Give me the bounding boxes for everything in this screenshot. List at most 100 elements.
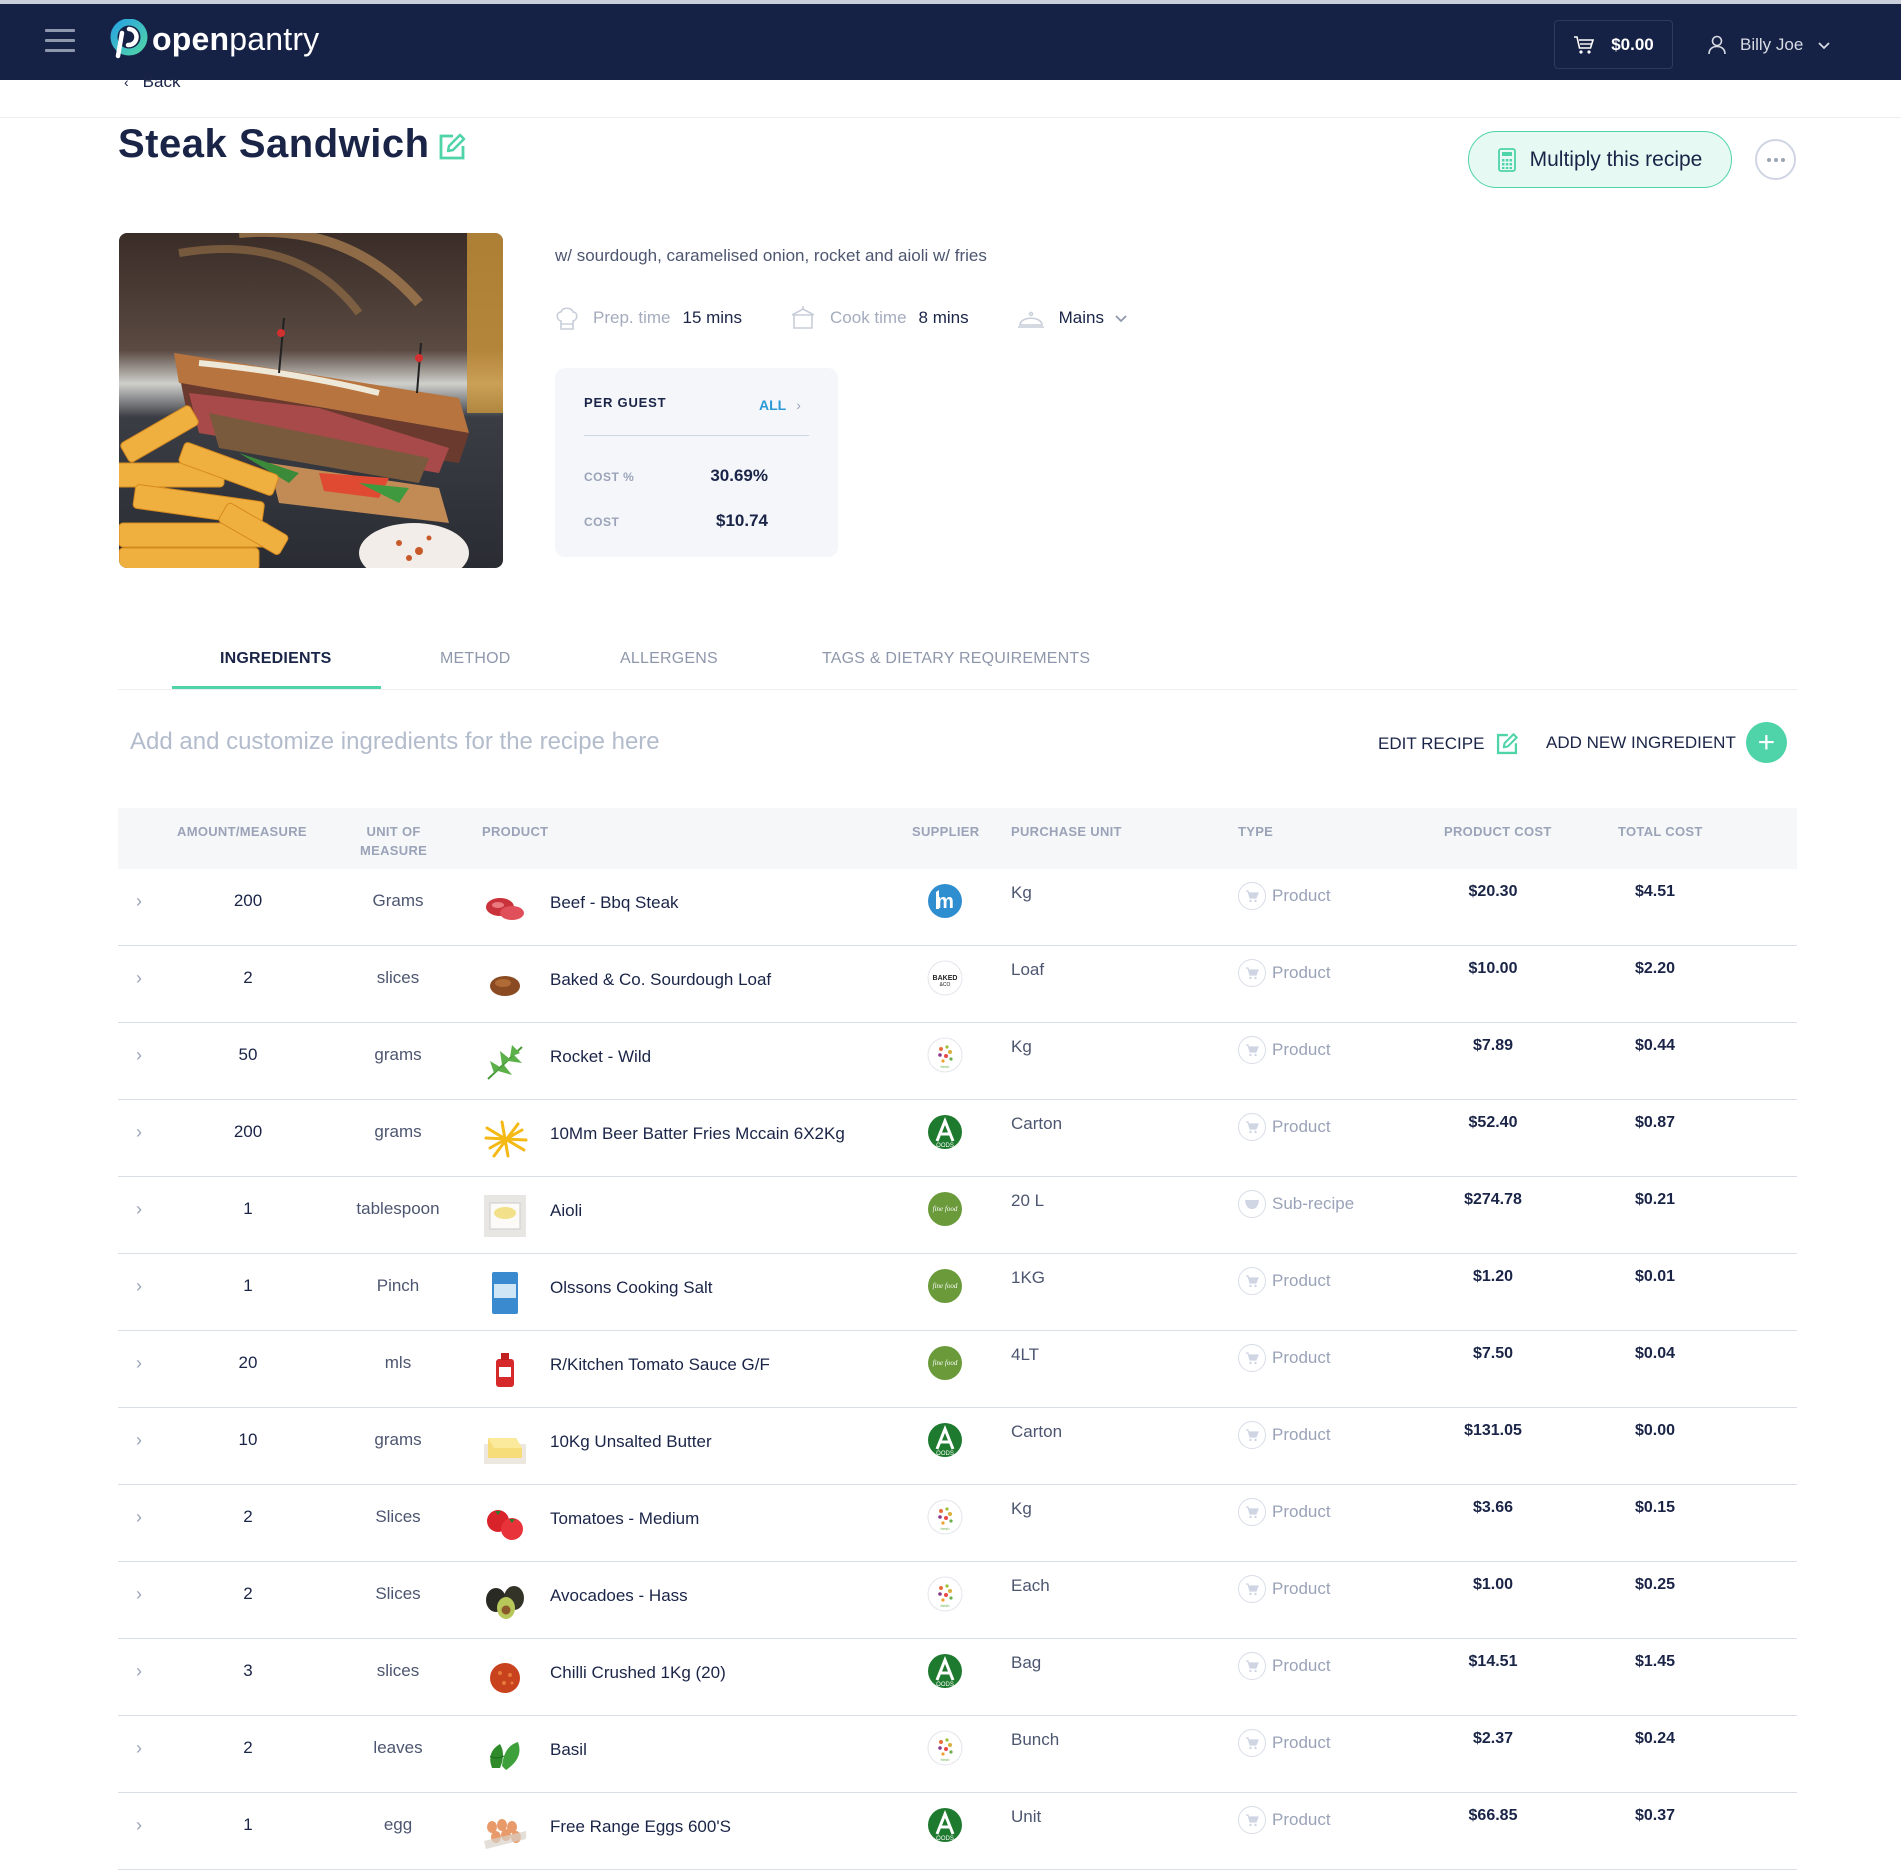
table-row[interactable]: › 20 mls R/Kitchen Tomato Sauce G/F fine foo… [118, 1331, 1797, 1408]
add-ingredient-label: ADD NEW INGREDIENT [1546, 732, 1736, 752]
product-cost-cell: $131.05 [1464, 1422, 1522, 1439]
back-link[interactable]: ‹ Back [124, 72, 180, 92]
edit-title-icon[interactable] [436, 131, 468, 163]
table-row[interactable]: › 2 Slices Tomatoes - Medium fresh Kg Product $… [118, 1485, 1797, 1562]
type-label: Product [1272, 1348, 1331, 1367]
table-row[interactable]: › 1 Pinch Olssons Cooking Salt fine food 1KG P… [118, 1254, 1797, 1331]
tab-allergens[interactable]: ALLERGENS [620, 650, 718, 668]
product-name-cell[interactable]: Olssons Cooking Salt [550, 1278, 713, 1298]
more-options-button[interactable] [1755, 139, 1796, 180]
table-row[interactable]: › 10 grams 10Kg Unsalted Butter OODS Carton Pr… [118, 1408, 1797, 1485]
course-selector[interactable]: Mains [1017, 306, 1128, 330]
cart-icon [1246, 1121, 1259, 1134]
product-name-cell[interactable]: Rocket - Wild [550, 1047, 651, 1067]
svg-text:fine food: fine food [933, 1205, 958, 1213]
sub-recipe-icon [1245, 1200, 1259, 1209]
expand-row-chevron-icon[interactable]: › [136, 1507, 156, 1528]
unit-header-line1: UNIT OF [366, 824, 421, 839]
supplier-logo-afoods-icon: OODS [928, 1423, 962, 1457]
all-guests-link[interactable]: ALL › [759, 397, 801, 413]
multiply-recipe-button[interactable]: Multiply this recipe [1468, 131, 1732, 188]
table-row[interactable]: › 1 egg Free Range Eggs 600'S OODS Unit Produc… [118, 1793, 1797, 1870]
back-label: Back [142, 72, 181, 91]
cart-icon [1574, 35, 1595, 54]
tab-method[interactable]: METHOD [440, 650, 511, 668]
svg-text:OODS: OODS [936, 1836, 954, 1842]
user-menu[interactable]: Billy Joe [1708, 28, 1831, 62]
expand-row-chevron-icon[interactable]: › [136, 968, 156, 989]
cost-percent-value: 30.69% [710, 466, 768, 485]
product-name-cell[interactable]: Avocadoes - Hass [550, 1586, 688, 1606]
amount-cell: 3 [243, 1661, 253, 1680]
type-cell: Product [1238, 1344, 1331, 1372]
course-dropdown[interactable]: Mains [1059, 308, 1128, 328]
expand-row-chevron-icon[interactable]: › [136, 1276, 156, 1297]
expand-row-chevron-icon[interactable]: › [136, 1199, 156, 1220]
supplier-logo-finefood-icon: fine food [928, 1192, 962, 1226]
divider [0, 117, 1901, 118]
product-name-cell[interactable]: Beef - Bbq Steak [550, 893, 679, 913]
expand-row-chevron-icon[interactable]: › [136, 1430, 156, 1451]
amount-cell: 20 [238, 1353, 258, 1372]
tab-tags-dietary[interactable]: TAGS & DIETARY REQUIREMENTS [822, 650, 1090, 668]
product-cost-cell: $20.30 [1468, 883, 1518, 900]
cart-icon [1246, 1660, 1259, 1673]
table-row[interactable]: › 50 grams Rocket - Wild fresh Kg Product $7.89… [118, 1023, 1797, 1100]
tab-ingredients[interactable]: INGREDIENTS [220, 650, 332, 668]
svg-text:fresh: fresh [941, 1603, 950, 1608]
product-name-cell[interactable]: 10Mm Beer Batter Fries Mccain 6X2Kg [550, 1124, 845, 1144]
purchase-unit-cell: Kg [1011, 1037, 1032, 1056]
ingredients-table: AMOUNT/MEASURE UNIT OF MEASURE PRODUCT S… [118, 808, 1797, 1870]
cart-button[interactable]: $0.00 [1554, 20, 1673, 69]
product-thumbnail-avocado-icon [486, 1586, 524, 1619]
type-cell: Product [1238, 1806, 1331, 1834]
type-cell: Product [1238, 882, 1331, 910]
amount-cell: 50 [238, 1045, 258, 1064]
supplier-logo-fresh-icon: fresh [927, 1576, 963, 1612]
product-thumbnail-salt-icon [492, 1272, 518, 1314]
table-row[interactable]: › 200 grams 10Mm Beer Batter Fries Mccain 6… [118, 1100, 1797, 1177]
add-new-ingredient-button[interactable]: ADD NEW INGREDIENT + [1546, 722, 1787, 763]
expand-row-chevron-icon[interactable]: › [136, 1584, 156, 1605]
table-row[interactable]: › 2 slices Baked & Co. Sourdough Loaf BAKED &… [118, 946, 1797, 1023]
course-value: Mains [1058, 308, 1104, 327]
expand-row-chevron-icon[interactable]: › [136, 1122, 156, 1143]
expand-row-chevron-icon[interactable]: › [136, 1815, 156, 1836]
purchase-unit-cell: Each [1011, 1576, 1050, 1595]
product-name-cell[interactable]: Baked & Co. Sourdough Loaf [550, 970, 771, 990]
unit-cell: leaves [373, 1738, 423, 1757]
product-name-cell[interactable]: Tomatoes - Medium [550, 1509, 699, 1529]
product-name-cell[interactable]: R/Kitchen Tomato Sauce G/F [550, 1355, 770, 1375]
hamburger-menu-icon[interactable] [45, 29, 75, 53]
product-name-cell[interactable]: Free Range Eggs 600'S [550, 1817, 731, 1837]
table-row[interactable]: › 2 leaves Basil fresh Bunch Product $2.37 $0.24 [118, 1716, 1797, 1793]
type-label: Product [1272, 886, 1331, 905]
product-name-cell[interactable]: 10Kg Unsalted Butter [550, 1432, 712, 1452]
table-row[interactable]: › 1 tablespoon Aioli fine food 20 L Sub-recipe… [118, 1177, 1797, 1254]
total-cost-cell: $2.20 [1634, 960, 1676, 977]
product-thumbnail-aioli-icon [484, 1195, 526, 1237]
unit-cell: mls [384, 1353, 412, 1372]
product-cost-cell: $3.66 [1472, 1499, 1514, 1516]
cart-icon [1246, 1044, 1259, 1057]
expand-row-chevron-icon[interactable]: › [136, 1353, 156, 1374]
total-cost-cell: $0.15 [1634, 1499, 1676, 1516]
recipe-tabs: INGREDIENTS METHOD ALLERGENS TAGS & DIET… [118, 640, 1797, 690]
product-name-cell[interactable]: Basil [550, 1740, 587, 1760]
openpantry-logo[interactable]: openpantry [108, 19, 319, 59]
table-row[interactable]: › 2 Slices Avocadoes - Hass fresh Each Product… [118, 1562, 1797, 1639]
total-cost-cell: $0.25 [1634, 1576, 1676, 1593]
chevron-right-icon: › [796, 397, 801, 413]
cart-icon [1246, 1506, 1259, 1519]
column-header-purchase-unit: PURCHASE UNIT [1011, 824, 1122, 839]
expand-row-chevron-icon[interactable]: › [136, 1661, 156, 1682]
product-name-cell[interactable]: Aioli [550, 1201, 582, 1221]
product-name-cell[interactable]: Chilli Crushed 1Kg (20) [550, 1663, 726, 1683]
expand-row-chevron-icon[interactable]: › [136, 1738, 156, 1759]
table-row[interactable]: › 200 Grams Beef - Bbq Steak m Kg Product $20.3… [118, 869, 1797, 946]
type-cell: Sub-recipe [1238, 1190, 1354, 1218]
expand-row-chevron-icon[interactable]: › [136, 1045, 156, 1066]
table-row[interactable]: › 3 slices Chilli Crushed 1Kg (20) OODS Bag Pr… [118, 1639, 1797, 1716]
expand-row-chevron-icon[interactable]: › [136, 891, 156, 912]
edit-recipe-button[interactable]: EDIT RECIPE [1378, 731, 1520, 757]
